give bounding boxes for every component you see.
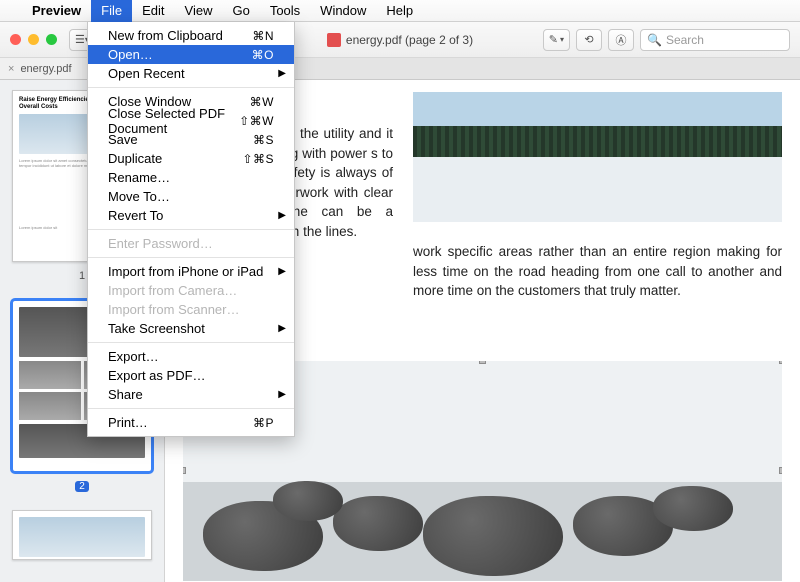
article-image-mountain [413,92,782,222]
menu-print[interactable]: Print…⌘P [88,413,294,432]
menubar: Preview File Edit View Go Tools Window H… [0,0,800,22]
menu-help[interactable]: Help [376,0,423,22]
resize-handle[interactable] [479,361,486,364]
annotate-icon: Ⓐ [616,32,627,48]
chevron-down-icon: ▾ [560,35,564,44]
resize-handle[interactable] [183,467,186,474]
thumb-image [19,361,81,389]
chevron-right-icon: ▶ [278,210,286,221]
menu-duplicate[interactable]: Duplicate⇧⌘S [88,149,294,168]
page-number-2: 2 [10,480,154,492]
menu-edit[interactable]: Edit [132,0,174,22]
pdf-icon [327,33,341,47]
search-icon: 🔍 [647,33,662,47]
menu-import-camera: Import from Camera… [88,281,294,300]
tab-energy[interactable]: × energy.pdf [0,58,93,79]
chevron-right-icon: ▶ [278,389,286,400]
thumb-image [19,392,81,420]
chevron-right-icon: ▶ [278,266,286,277]
menu-new-from-clipboard[interactable]: New from Clipboard⌘N [88,26,294,45]
menu-tools[interactable]: Tools [260,0,310,22]
rotate-icon: ⟲ [584,33,593,46]
menu-close-selected-doc[interactable]: Close Selected PDF Document⇧⌘W [88,111,294,130]
menu-import-scanner: Import from Scanner… [88,300,294,319]
menu-revert-to[interactable]: Revert To▶ [88,206,294,225]
markup-button[interactable]: ✎▾ [543,29,570,51]
thumbnail-page-3[interactable] [12,510,152,560]
annotate-button[interactable]: Ⓐ [608,29,634,51]
menu-file[interactable]: File [91,0,132,22]
menu-share[interactable]: Share▶ [88,385,294,404]
menu-rename[interactable]: Rename… [88,168,294,187]
body-text: work specific areas rather than an entir… [413,242,782,301]
menu-window[interactable]: Window [310,0,376,22]
traffic-lights [0,34,57,45]
chevron-right-icon: ▶ [278,68,286,79]
menu-open[interactable]: Open…⌘O [88,45,294,64]
menu-export[interactable]: Export… [88,347,294,366]
menu-import-ios[interactable]: Import from iPhone or iPad▶ [88,262,294,281]
search-placeholder: Search [666,33,704,47]
sidebar-icon: ☰ [75,33,85,46]
separator [88,408,294,409]
menu-open-recent[interactable]: Open Recent▶ [88,64,294,83]
close-window-button[interactable] [10,34,21,45]
menu-export-pdf[interactable]: Export as PDF… [88,366,294,385]
resize-handle[interactable] [779,361,782,364]
menu-take-screenshot[interactable]: Take Screenshot▶ [88,319,294,338]
zoom-window-button[interactable] [46,34,57,45]
menu-save[interactable]: Save⌘S [88,130,294,149]
close-tab-icon[interactable]: × [8,63,14,75]
minimize-window-button[interactable] [28,34,39,45]
search-field[interactable]: 🔍 Search [640,29,790,51]
menu-go[interactable]: Go [222,0,259,22]
thumb-image [19,517,145,557]
separator [88,257,294,258]
separator [88,342,294,343]
rotate-button[interactable]: ⟲ [576,29,602,51]
chevron-right-icon: ▶ [278,323,286,334]
pencil-icon: ✎ [549,33,558,46]
menu-move-to[interactable]: Move To… [88,187,294,206]
menu-app[interactable]: Preview [22,0,91,22]
menu-enter-password: Enter Password… [88,234,294,253]
menu-view[interactable]: View [175,0,223,22]
resize-handle[interactable] [779,467,782,474]
separator [88,229,294,230]
file-menu-dropdown: New from Clipboard⌘N Open…⌘O Open Recent… [87,22,295,437]
separator [88,87,294,88]
